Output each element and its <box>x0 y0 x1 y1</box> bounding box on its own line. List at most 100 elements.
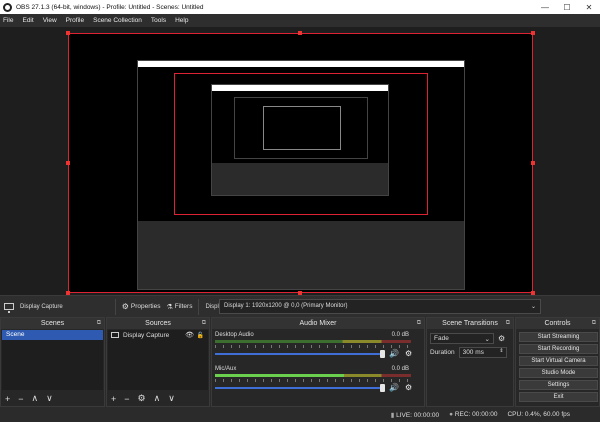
remove-scene-button[interactable]: − <box>18 394 23 404</box>
stepper-icon[interactable]: ⇕ <box>499 348 503 354</box>
volume-slider-handle[interactable] <box>380 350 385 358</box>
track-db: 0.0 dB <box>391 366 409 372</box>
toolbar-separator-2 <box>198 298 200 315</box>
menu-file[interactable]: File <box>3 17 13 24</box>
transition-select[interactable]: Fade ⌄ <box>430 333 494 344</box>
settings-button[interactable]: Settings <box>519 380 598 390</box>
volume-meter <box>215 374 411 377</box>
nested-title-bar <box>138 61 464 67</box>
scene-transitions-title: Scene Transitions <box>442 320 498 327</box>
chevron-down-icon: ⌄ <box>484 336 490 343</box>
eye-icon[interactable]: 👁 <box>185 331 194 339</box>
sources-title: Sources <box>145 320 171 327</box>
nested-capture-3 <box>211 84 389 196</box>
resize-handle-mr[interactable] <box>531 161 535 165</box>
obs-logo-icon <box>3 2 12 12</box>
add-source-button[interactable]: + <box>111 394 116 404</box>
move-up-button[interactable]: ∧ <box>32 393 39 404</box>
gear-icon[interactable]: ⚙ <box>405 349 412 358</box>
rec-status: ● REC: 00:00:00 <box>449 411 497 418</box>
lock-icon[interactable]: 🔓 <box>197 332 204 339</box>
menu-help[interactable]: Help <box>175 17 188 24</box>
title-bar: OBS 27.1.3 (64-bit, windows) - Profile: … <box>0 0 600 14</box>
scene-item[interactable]: Scene <box>2 330 103 340</box>
undock-icon[interactable]: ⧉ <box>592 320 596 327</box>
gear-icon: ⚙ <box>121 302 129 311</box>
menu-bar: File Edit View Profile Scene Collection … <box>0 14 600 27</box>
display-select[interactable]: Display 1: 1920x1200 @ 0,0 (Primary Moni… <box>219 299 541 314</box>
minimize-icon[interactable]: — <box>534 0 556 14</box>
volume-meter <box>215 340 411 343</box>
transition-type-row: Fade ⌄ ⚙ <box>430 333 510 344</box>
start-virtual-camera-button[interactable]: Start Virtual Camera <box>519 356 598 366</box>
source-item-label: Display Capture <box>123 331 170 339</box>
volume-slider[interactable] <box>215 350 385 358</box>
selected-source-label: Display Capture <box>20 303 63 310</box>
source-toolbar: Display Capture ⚙ Properties ⚗ Filters D… <box>0 295 600 317</box>
undock-icon[interactable]: ⧉ <box>97 320 101 327</box>
exit-button[interactable]: Exit <box>519 392 598 402</box>
preview-area[interactable] <box>0 27 600 295</box>
resize-handle-ml[interactable] <box>66 161 70 165</box>
sources-dock: Sources ⧉ Display Capture 👁 🔓 + − ⚙ ∧ ∨ <box>106 317 210 407</box>
window-title: OBS 27.1.3 (64-bit, windows) - Profile: … <box>16 3 204 11</box>
source-item[interactable]: Display Capture 👁 🔓 <box>108 330 208 340</box>
move-down-button[interactable]: ∨ <box>168 393 175 404</box>
menu-tools[interactable]: Tools <box>151 17 166 24</box>
nested-title-bar-2 <box>212 85 388 91</box>
undock-icon[interactable]: ⧉ <box>202 320 206 327</box>
maximize-icon[interactable]: ☐ <box>556 0 578 14</box>
menu-edit[interactable]: Edit <box>22 17 33 24</box>
speaker-icon[interactable]: 🔊 <box>389 383 399 392</box>
track-name: Mic/Aux <box>215 366 237 372</box>
gear-icon[interactable]: ⚙ <box>405 383 412 392</box>
filters-button[interactable]: ⚗ Filters <box>166 303 192 311</box>
duration-value: 300 ms <box>462 349 484 356</box>
move-up-button[interactable]: ∧ <box>154 393 161 404</box>
status-bar: ▮ LIVE: 00:00:00 ● REC: 00:00:00 CPU: 0.… <box>0 407 600 422</box>
start-streaming-button[interactable]: Start Streaming <box>519 332 598 342</box>
undock-icon[interactable]: ⧉ <box>506 320 510 327</box>
filter-icon: ⚗ <box>166 303 173 311</box>
nested-docks-2 <box>212 163 388 195</box>
duration-row: Duration 300 ms ⇕ <box>430 347 510 358</box>
controls-title: Controls <box>544 320 571 327</box>
close-icon[interactable]: ✕ <box>578 0 600 14</box>
menu-profile[interactable]: Profile <box>66 17 84 24</box>
add-scene-button[interactable]: + <box>5 394 10 404</box>
volume-slider-handle[interactable] <box>380 384 385 392</box>
volume-slider[interactable] <box>215 384 385 392</box>
scenes-dock-header: Scenes ⧉ <box>1 318 104 329</box>
duration-input[interactable]: 300 ms ⇕ <box>458 347 507 358</box>
properties-button[interactable]: ⚙ Properties <box>122 302 161 311</box>
audio-mixer-header: Audio Mixer ⧉ <box>212 318 424 329</box>
speaker-icon[interactable]: 🔊 <box>389 349 399 358</box>
undock-icon[interactable]: ⧉ <box>417 320 421 327</box>
resize-handle-tl[interactable] <box>66 31 70 35</box>
controls-header: Controls ⧉ <box>516 318 599 329</box>
track-db: 0.0 dB <box>391 332 409 338</box>
menu-scene-collection[interactable]: Scene Collection <box>93 17 142 24</box>
start-recording-button[interactable]: Start Recording <box>519 344 598 354</box>
move-down-button[interactable]: ∨ <box>46 393 53 404</box>
meter-level <box>215 374 345 377</box>
scenes-list[interactable]: Scene <box>2 330 103 390</box>
audio-mixer-title: Audio Mixer <box>299 320 337 327</box>
audio-mixer-dock: Audio Mixer ⧉ Desktop Audio 0.0 dB 🔊 ⚙ M… <box>211 317 425 407</box>
sources-list[interactable]: Display Capture 👁 🔓 <box>108 330 208 390</box>
transition-settings-icon[interactable]: ⚙ <box>498 334 505 343</box>
source-settings-button[interactable]: ⚙ <box>138 393 146 404</box>
menu-view[interactable]: View <box>43 17 57 24</box>
nested-capture-1 <box>137 60 465 290</box>
rec-label: REC: 00:00:00 <box>454 411 498 418</box>
meter-ticks <box>215 379 411 382</box>
chevron-down-icon: ⌄ <box>530 304 536 310</box>
remove-source-button[interactable]: − <box>124 394 129 404</box>
studio-mode-button[interactable]: Studio Mode <box>519 368 598 378</box>
preview-canvas[interactable] <box>68 33 533 293</box>
transition-select-value: Fade <box>434 335 449 342</box>
duration-label: Duration <box>430 349 455 356</box>
resize-handle-tr[interactable] <box>531 31 535 35</box>
resize-handle-tm[interactable] <box>298 31 302 35</box>
scenes-dock: Scenes ⧉ Scene + − ∧ ∨ <box>0 317 105 407</box>
